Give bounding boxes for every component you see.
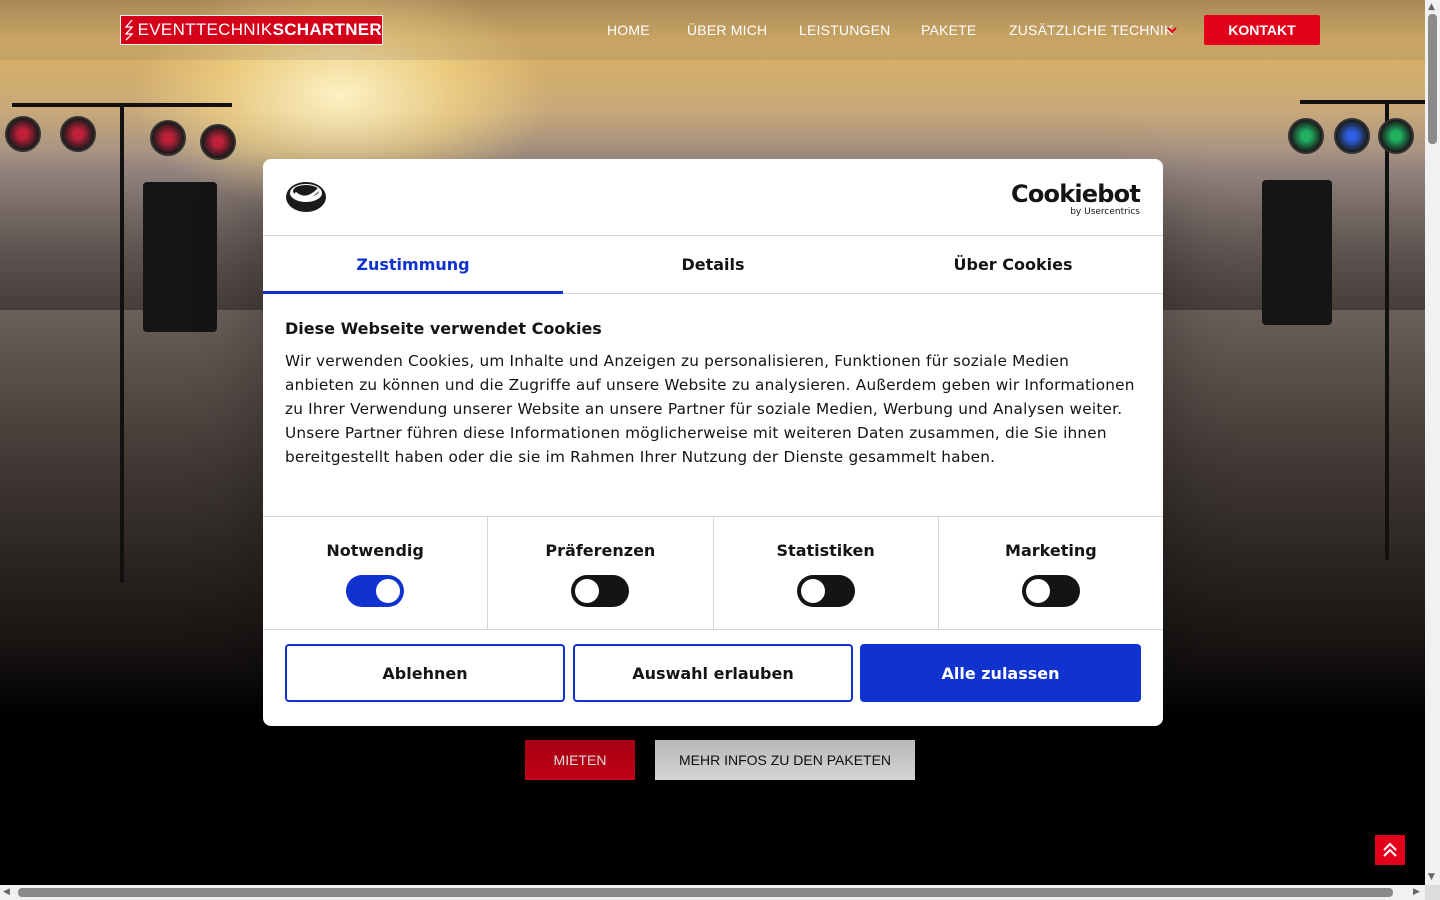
- cookie-consent-dialog: Cookiebot by Usercentrics Zustimmung Det…: [263, 159, 1163, 726]
- dialog-actions: Ablehnen Auswahl erlauben Alle zulassen: [285, 644, 1141, 702]
- toggle-knob: [800, 579, 825, 603]
- tab-details[interactable]: Details: [563, 236, 863, 293]
- lightning-icon: [121, 16, 138, 44]
- cookiebot-byline: by Usercentrics: [1070, 207, 1140, 217]
- right-spotlight-1: [1288, 118, 1324, 154]
- site-cookie-logo-icon: [285, 179, 327, 217]
- category-label: Notwendig: [326, 541, 424, 560]
- category-statistiken: Statistiken: [714, 517, 939, 629]
- nav-home[interactable]: HOME: [607, 22, 650, 38]
- tab-zustimmung[interactable]: Zustimmung: [263, 236, 563, 294]
- right-speaker: [1262, 180, 1332, 325]
- category-marketing: Marketing: [939, 517, 1163, 629]
- horizontal-scroll-thumb[interactable]: [18, 888, 1393, 897]
- left-spotlight-4: [200, 124, 236, 160]
- category-notwendig: Notwendig: [263, 517, 489, 629]
- contact-button[interactable]: KONTAKT: [1204, 15, 1320, 45]
- double-chevron-up-icon: [1383, 842, 1397, 857]
- toggle-knob: [575, 579, 600, 603]
- chevron-down-icon[interactable]: [1166, 21, 1178, 34]
- consent-categories: Notwendig Präferenzen Statistiken Market…: [263, 516, 1163, 630]
- toggle-marketing[interactable]: [1021, 575, 1080, 607]
- dialog-heading: Diese Webseite verwendet Cookies: [285, 319, 602, 338]
- rent-button[interactable]: MIETEN: [525, 740, 635, 780]
- tab-ueber-cookies[interactable]: Über Cookies: [863, 236, 1163, 293]
- allow-all-button[interactable]: Alle zulassen: [860, 644, 1141, 702]
- allow-selection-button[interactable]: Auswahl erlauben: [573, 644, 853, 702]
- toggle-knob: [1025, 579, 1050, 603]
- right-light-bar: [1300, 100, 1425, 104]
- dialog-tabs: Zustimmung Details Über Cookies: [263, 236, 1163, 294]
- category-praeferenzen: Präferenzen: [488, 517, 714, 629]
- vertical-scroll-thumb[interactable]: [1428, 14, 1437, 144]
- toggle-knob: [376, 579, 401, 603]
- cookiebot-logo[interactable]: Cookiebot by Usercentrics: [1011, 180, 1141, 217]
- toggle-notwendig[interactable]: [346, 575, 405, 607]
- dialog-body-text: Wir verwenden Cookies, um Inhalte und An…: [285, 352, 1135, 466]
- top-navbar: EVENTTECHNIK SCHARTNER HOME ÜBER MICH LEI…: [0, 0, 1425, 60]
- left-spotlight-2: [60, 116, 96, 152]
- nav-leistungen[interactable]: LEISTUNGEN: [799, 22, 890, 38]
- cookiebot-name: Cookiebot: [1011, 180, 1141, 208]
- toggle-statistiken[interactable]: [796, 575, 855, 607]
- nav-ueber-mich[interactable]: ÜBER MICH: [687, 22, 767, 38]
- package-info-button[interactable]: MEHR INFOS ZU DEN PAKETEN: [655, 740, 915, 780]
- left-spotlight-1: [5, 116, 41, 152]
- logo-text-light: EVENTTECHNIK: [137, 20, 273, 39]
- scroll-down-arrow-icon[interactable]: ▼: [1428, 872, 1435, 882]
- nav-pakete[interactable]: PAKETE: [921, 22, 976, 38]
- scroll-to-top-button[interactable]: [1375, 835, 1405, 865]
- category-label: Präferenzen: [545, 541, 656, 560]
- right-spotlight-3: [1378, 118, 1414, 154]
- right-spotlight-2: [1334, 118, 1370, 154]
- scrollbar-corner: [1425, 885, 1440, 900]
- right-light-stand: [1385, 100, 1389, 560]
- category-label: Marketing: [1005, 541, 1097, 560]
- logo-text-bold: SCHARTNER: [272, 20, 382, 39]
- scroll-left-arrow-icon[interactable]: ◀: [3, 887, 10, 897]
- left-speaker: [143, 182, 217, 332]
- scroll-up-arrow-icon[interactable]: ▲: [1428, 2, 1435, 12]
- dialog-header: Cookiebot by Usercentrics: [263, 159, 1163, 236]
- category-label: Statistiken: [776, 541, 875, 560]
- decline-button[interactable]: Ablehnen: [285, 644, 565, 702]
- left-light-stand: [120, 103, 124, 583]
- nav-zusaetzliche-technik[interactable]: ZUSÄTZLICHE TECHNIK: [1009, 22, 1174, 38]
- left-spotlight-3: [150, 120, 186, 156]
- scroll-right-arrow-icon[interactable]: ▶: [1413, 887, 1420, 897]
- toggle-praeferenzen[interactable]: [571, 575, 630, 607]
- site-logo[interactable]: EVENTTECHNIK SCHARTNER: [120, 15, 383, 45]
- dialog-content: Diese Webseite verwendet Cookies Wir ver…: [285, 319, 1141, 469]
